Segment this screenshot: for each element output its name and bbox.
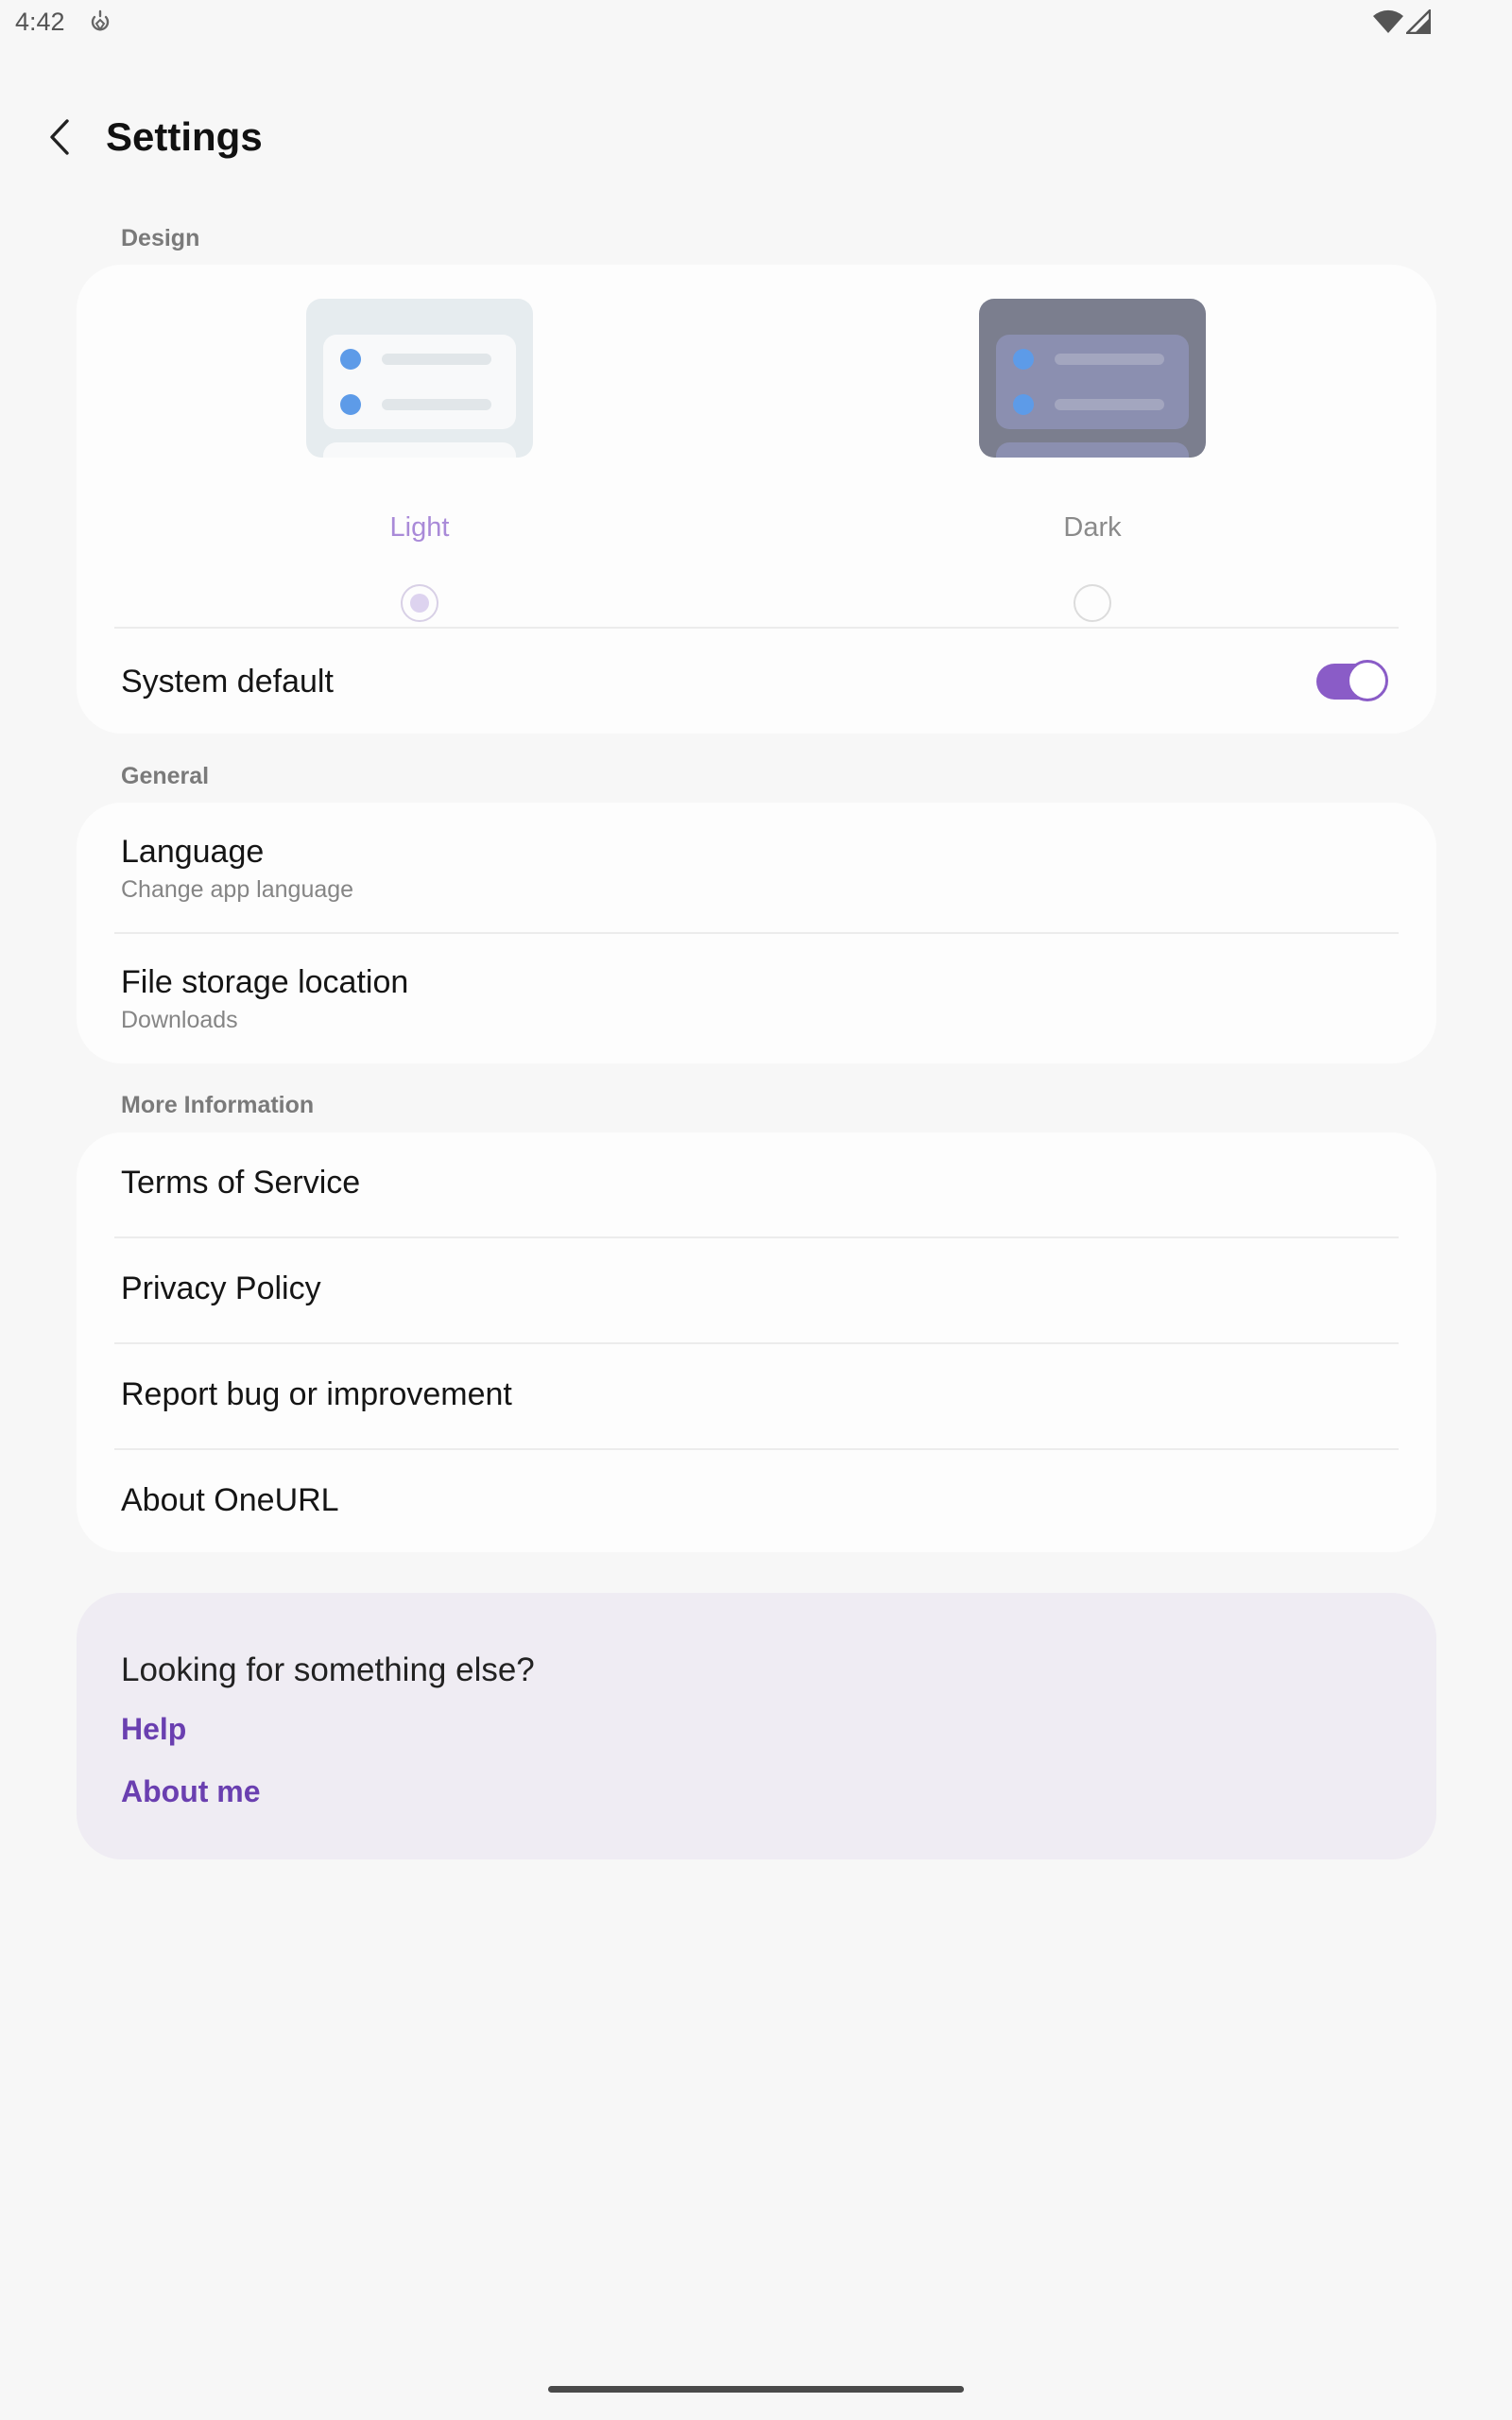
list-item-language[interactable]: Language Change app language (77, 803, 1436, 933)
help-card: Looking for something else? Help About m… (77, 1593, 1436, 1859)
system-default-toggle[interactable] (1316, 660, 1388, 703)
status-time: 4:42 (15, 8, 65, 36)
list-item-report-bug[interactable]: Report bug or improvement (77, 1344, 1436, 1448)
list-item-privacy[interactable]: Privacy Policy (77, 1238, 1436, 1342)
wifi-icon (1373, 9, 1403, 33)
app-bar: Settings (0, 95, 1512, 180)
theme-radio-light[interactable] (401, 584, 438, 622)
general-card: Language Change app language File storag… (77, 803, 1436, 1063)
more-info-card: Terms of Service Privacy Policy Report b… (77, 1132, 1436, 1552)
help-card-title: Looking for something else? (121, 1651, 535, 1688)
section-label-more-info: More Information (121, 1092, 315, 1118)
language-subtitle: Change app language (121, 876, 354, 903)
home-indicator[interactable] (548, 2386, 964, 2393)
privacy-title: Privacy Policy (121, 1270, 321, 1306)
file-storage-subtitle: Downloads (121, 1007, 238, 1033)
back-button[interactable] (34, 112, 85, 163)
dark-theme-preview (979, 299, 1206, 458)
terms-title: Terms of Service (121, 1165, 361, 1201)
theme-radio-dark[interactable] (1074, 584, 1111, 622)
status-bar: 4:42 (0, 0, 1512, 47)
file-storage-title: File storage location (121, 964, 409, 1000)
report-bug-title: Report bug or improvement (121, 1376, 512, 1412)
theme-option-dark[interactable]: Dark (979, 299, 1206, 622)
chevron-left-icon (50, 119, 69, 155)
signal-icon (1406, 9, 1431, 34)
light-theme-preview (306, 299, 533, 458)
list-item-file-storage[interactable]: File storage location Downloads (77, 934, 1436, 1063)
about-me-link[interactable]: About me (121, 1774, 261, 1809)
page-title: Settings (106, 114, 263, 159)
list-item-terms[interactable]: Terms of Service (77, 1132, 1436, 1236)
system-default-label: System default (121, 664, 334, 700)
section-label-design: Design (121, 225, 200, 251)
theme-label-dark: Dark (1063, 512, 1122, 543)
theme-label-light: Light (389, 512, 450, 543)
help-link[interactable]: Help (121, 1712, 186, 1747)
language-title: Language (121, 834, 265, 870)
divider (114, 627, 1399, 629)
list-item-about-oneurl[interactable]: About OneURL (77, 1450, 1436, 1552)
section-label-general: General (121, 763, 210, 789)
design-card: Light Dark System default (77, 265, 1436, 734)
gauge-icon (91, 9, 110, 31)
about-oneurl-title: About OneURL (121, 1482, 339, 1518)
theme-option-light[interactable]: Light (306, 299, 533, 622)
